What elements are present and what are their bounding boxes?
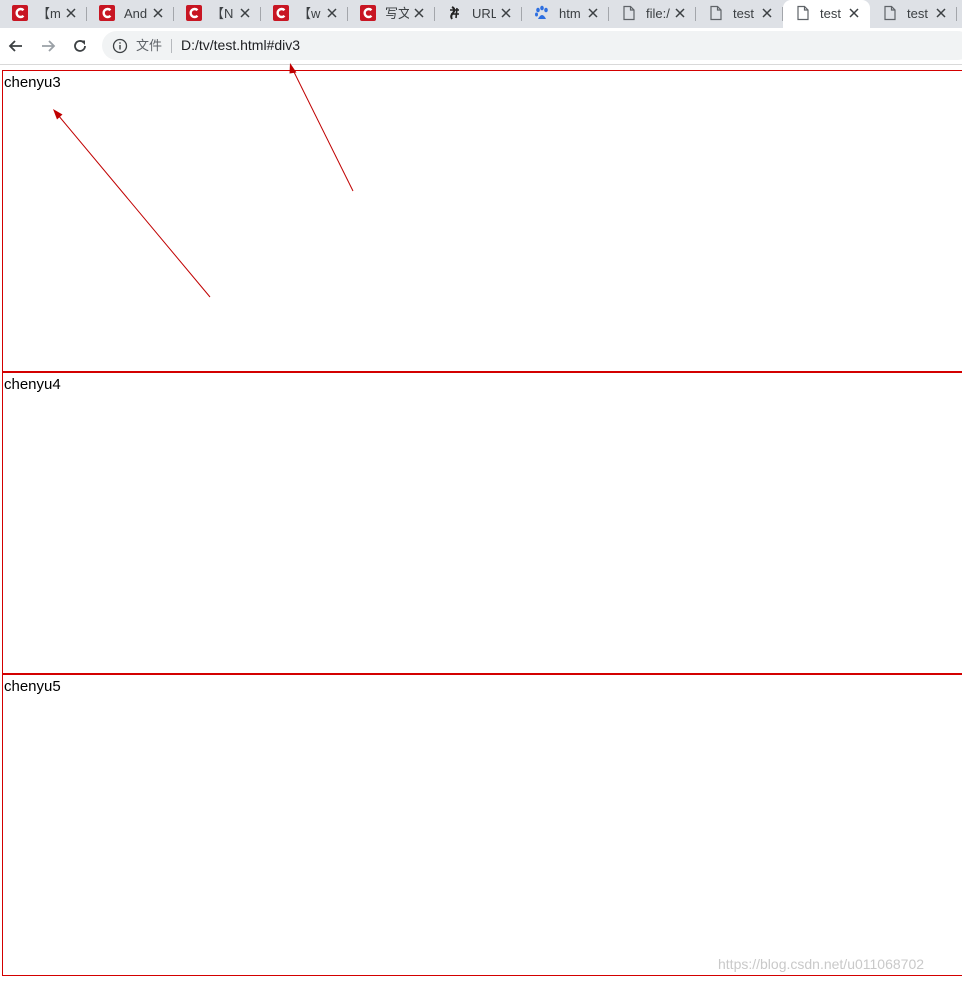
- tab-title: URL: [472, 6, 496, 21]
- tab-4[interactable]: 【w: [261, 0, 348, 28]
- address-separator: [171, 39, 172, 53]
- file-icon: [884, 5, 896, 21]
- tab-title: 【m: [37, 6, 61, 21]
- tab-2[interactable]: And: [87, 0, 174, 28]
- address-bar[interactable]: 文件 D:/tv/test.html#div3: [102, 31, 962, 60]
- close-tab-icon[interactable]: [65, 7, 77, 19]
- csdn-icon: [99, 5, 115, 21]
- tab-title: htm: [559, 6, 581, 21]
- block-label: chenyu3: [4, 74, 61, 91]
- tab-11[interactable]: test: [870, 0, 957, 28]
- tab-7[interactable]: htm: [522, 0, 609, 28]
- tab-title: test: [907, 6, 928, 21]
- csdn-icon: [186, 5, 202, 21]
- close-tab-icon[interactable]: [152, 7, 164, 19]
- close-tab-icon[interactable]: [326, 7, 338, 19]
- tab-title: file:/: [646, 6, 670, 21]
- scheme-label[interactable]: 文件: [136, 38, 162, 53]
- file-icon: [623, 5, 635, 21]
- div5-block: chenyu5: [2, 674, 962, 976]
- tab-title: And: [124, 6, 148, 21]
- close-tab-icon[interactable]: [413, 7, 425, 19]
- tab-divider: [956, 7, 957, 21]
- close-tab-icon[interactable]: [587, 7, 599, 19]
- file-icon: [710, 5, 722, 21]
- tab-1[interactable]: 【m: [0, 0, 87, 28]
- info-icon[interactable]: [112, 38, 128, 54]
- tab-title: 【N: [211, 6, 234, 21]
- reload-icon[interactable]: [70, 36, 90, 56]
- tab-title: 【w: [298, 6, 321, 21]
- close-tab-icon[interactable]: [935, 7, 947, 19]
- csdn-icon: [273, 5, 289, 21]
- forward-arrow-icon[interactable]: [38, 36, 58, 56]
- close-tab-icon[interactable]: [761, 7, 773, 19]
- tab-title: 写文: [385, 6, 409, 21]
- baidu-paw-icon: [535, 5, 548, 19]
- close-tab-icon[interactable]: [500, 7, 512, 19]
- tab-strip: 【m And 【N 【w 写文 URL htm file:/ test test…: [0, 0, 962, 28]
- page-viewport: chenyu3 chenyu4 chenyu5: [0, 65, 962, 984]
- file-icon: [797, 5, 809, 21]
- close-tab-icon[interactable]: [848, 7, 860, 19]
- block-label: chenyu5: [4, 678, 61, 695]
- tab-6[interactable]: URL: [435, 0, 522, 28]
- tab-title: test: [820, 6, 841, 21]
- close-tab-icon[interactable]: [239, 7, 251, 19]
- tab-9[interactable]: test: [696, 0, 783, 28]
- watermark-text: https://blog.csdn.net/u011068702: [718, 956, 925, 972]
- tab-8[interactable]: file:/: [609, 0, 696, 28]
- back-arrow-icon[interactable]: [6, 36, 26, 56]
- browser-window: 【m And 【N 【w 写文 URL htm file:/ test test…: [0, 0, 962, 984]
- tab-5[interactable]: 写文: [348, 0, 435, 28]
- close-tab-icon[interactable]: [674, 7, 686, 19]
- csdn-icon: [360, 5, 376, 21]
- div3-block: chenyu3: [2, 70, 962, 372]
- tab-3[interactable]: 【N: [174, 0, 261, 28]
- browser-toolbar: 文件 D:/tv/test.html#div3: [0, 28, 962, 65]
- csdn-icon: [12, 5, 28, 21]
- block-label: chenyu4: [4, 376, 61, 393]
- div4-block: chenyu4: [2, 372, 962, 674]
- tab-10-active[interactable]: test: [783, 0, 870, 28]
- url-text[interactable]: D:/tv/test.html#div3: [181, 37, 300, 53]
- tab-title: test: [733, 6, 754, 21]
- jianshu-icon: [450, 6, 459, 20]
